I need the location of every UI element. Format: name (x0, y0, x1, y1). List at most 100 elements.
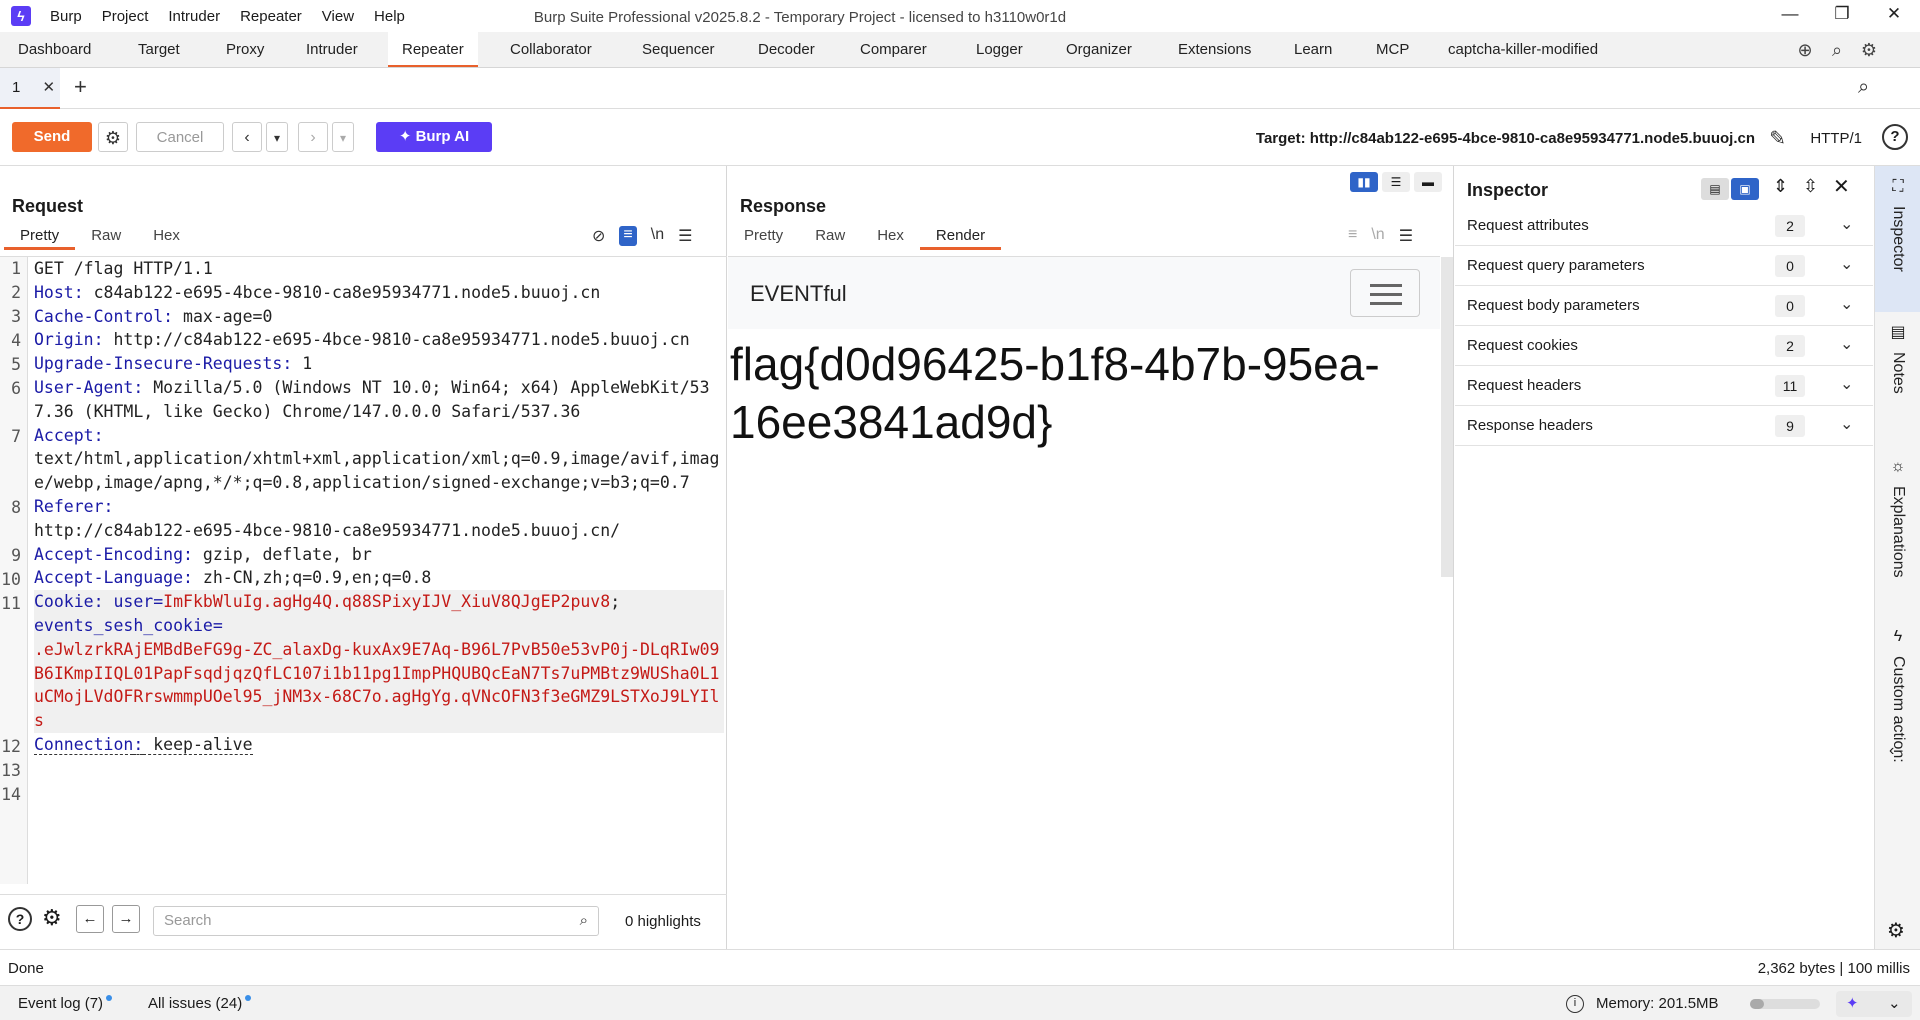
cookie-value: .eJwlzrkRAjEMBdBeFG9g-ZC_alaxDg-kuxAx9E7… (34, 639, 720, 731)
tab-mcp[interactable]: MCP (1376, 32, 1409, 67)
settings-gear-icon[interactable]: ⚙ (1858, 39, 1880, 61)
help-icon[interactable]: ? (1882, 124, 1908, 150)
chevron-down-icon[interactable]: ⌄ (1840, 294, 1853, 314)
chevron-left-icon[interactable]: ‹ (1889, 742, 1894, 760)
inspector-row-request-headers[interactable]: Request headers 11 ⌄ (1455, 366, 1873, 406)
collapse-all-icon[interactable]: ⇳ (1803, 176, 1818, 197)
forward-dropdown-chevron-icon[interactable]: ▾ (332, 122, 354, 152)
request-view-pretty[interactable]: Pretty (4, 224, 76, 250)
request-editor[interactable]: 1 2 3 4 5 6 7 8 9 10 11 12 13 14 GET /flag HTTP/1.1 Ho… (0, 256, 727, 884)
request-line: Accept: text/html,application/xhtml+xml,… (34, 424, 724, 495)
header-colon: : (133, 377, 144, 397)
cookie-name: user (103, 592, 154, 612)
wrap-lines-icon[interactable]: ≡ (1348, 226, 1357, 246)
back-dropdown-chevron-icon[interactable]: ▾ (266, 122, 288, 152)
search-icon[interactable]: ⌕ (1826, 39, 1848, 61)
inspector-row-request-body-parameters[interactable]: Request body parameters 0 ⌄ (1455, 286, 1873, 326)
inspector-icon: ⛶ (1892, 178, 1904, 195)
search-settings-gear-icon[interactable]: ⚙ (42, 905, 62, 931)
response-view-hex[interactable]: Hex (861, 224, 920, 250)
hamburger-menu-icon[interactable] (1350, 269, 1420, 317)
chevron-down-icon[interactable]: ⌄ (1840, 334, 1853, 354)
inspector-row-request-attributes[interactable]: Request attributes 2 ⌄ (1455, 206, 1873, 246)
close-inspector-icon[interactable]: ✕ (1833, 174, 1850, 199)
inspector-layout-list-icon[interactable]: ▤ (1701, 178, 1729, 200)
header-colon: : (183, 544, 193, 564)
header-value: 1 (292, 354, 313, 374)
tab-extensions[interactable]: Extensions (1178, 32, 1251, 67)
sidebar-custom-actions[interactable]: ϟ Custom action: (1875, 622, 1920, 836)
restore-icon[interactable]: ❐ (1822, 4, 1862, 24)
next-match-arrow-icon[interactable]: → (112, 905, 140, 933)
add-tab-icon[interactable]: + (74, 74, 87, 100)
http-protocol-selector[interactable]: HTTP/1 (1810, 130, 1862, 147)
tab-organizer[interactable]: Organizer (1066, 32, 1132, 67)
header-colon: : (103, 496, 114, 516)
tab-captcha-killer-modified[interactable]: captcha-killer-modified (1448, 32, 1598, 67)
back-arrow-icon[interactable]: ‹ (232, 122, 262, 152)
inspector-row-request-cookies[interactable]: Request cookies 2 ⌄ (1455, 326, 1873, 366)
tab-dashboard[interactable]: Dashboard (18, 32, 91, 67)
newline-toggle-icon[interactable]: \n (651, 226, 664, 246)
ai-credits-button[interactable]: ✦ ⌄ (1836, 991, 1912, 1017)
request-menu-icon[interactable]: ☰ (678, 226, 692, 246)
newline-toggle-icon[interactable]: \n (1371, 226, 1384, 246)
repeater-tab-1[interactable]: 1 ✕ (0, 68, 60, 109)
tab-comparer[interactable]: Comparer (860, 32, 927, 67)
expand-all-icon[interactable]: ⇕ (1773, 176, 1788, 197)
response-menu-icon[interactable]: ☰ (1399, 226, 1413, 246)
minimize-icon[interactable]: — (1770, 4, 1810, 24)
info-icon[interactable]: i (1566, 995, 1584, 1013)
rendered-brand[interactable]: EVENTful (750, 281, 847, 307)
response-view-pretty[interactable]: Pretty (728, 224, 799, 250)
chevron-down-icon[interactable]: ⌄ (1840, 414, 1853, 434)
sidebar-explanations[interactable]: ☼ Explanations (1875, 452, 1920, 618)
hide-non-printable-eye-icon[interactable]: ⊘ (592, 226, 605, 246)
tab-intruder[interactable]: Intruder (306, 32, 358, 67)
burp-ai-button[interactable]: ✦ Burp AI (376, 122, 492, 152)
tab-target[interactable]: Target (138, 32, 180, 67)
tab-logger[interactable]: Logger (976, 32, 1023, 67)
sidebar-notes[interactable]: ▤ Notes (1875, 316, 1920, 444)
response-view-render[interactable]: Render (919, 224, 1002, 250)
close-tab-icon[interactable]: ✕ (43, 79, 56, 96)
forward-arrow-icon[interactable]: › (298, 122, 328, 152)
edit-target-pencil-icon[interactable]: ✎ (1769, 126, 1786, 151)
request-search-input[interactable]: Search ⌕ (153, 906, 599, 936)
all-issues-button[interactable]: All issues (24) (148, 995, 252, 1012)
tab-learn[interactable]: Learn (1294, 32, 1332, 67)
request-view-hex[interactable]: Hex (137, 224, 196, 250)
tab-proxy[interactable]: Proxy (226, 32, 264, 67)
render-scrollbar[interactable] (1441, 257, 1453, 577)
search-tabs-icon[interactable]: ⌕ (1858, 76, 1869, 99)
inspector-row-request-query-parameters[interactable]: Request query parameters 0 ⌄ (1455, 246, 1873, 286)
send-settings-gear-icon[interactable]: ⚙ (98, 122, 128, 152)
tab-sequencer[interactable]: Sequencer (642, 32, 715, 67)
header-name: Accept-Language (34, 568, 184, 588)
chevron-down-icon[interactable]: ⌄ (1840, 254, 1853, 274)
request-view-raw[interactable]: Raw (75, 224, 137, 250)
request-line: Upgrade-Insecure-Requests: 1 (34, 352, 724, 376)
sidebar-inspector[interactable]: ⛶ Inspector (1875, 166, 1920, 312)
globe-icon[interactable]: ⊕ (1794, 39, 1816, 61)
chevron-down-icon[interactable]: ⌄ (1840, 374, 1853, 394)
tab-repeater[interactable]: Repeater (388, 32, 478, 67)
inspector-layout-panel-icon[interactable]: ▣ (1731, 178, 1759, 200)
sidebar-settings-gear-icon[interactable]: ⚙ (1887, 918, 1905, 943)
inspector-row-response-headers[interactable]: Response headers 9 ⌄ (1455, 406, 1873, 446)
wrap-lines-icon[interactable]: ≡ (619, 226, 637, 246)
split-vertical-icon[interactable]: ☰ (1382, 172, 1410, 192)
status-bar: Done 2,362 bytes | 100 millis (0, 949, 1920, 985)
tab-decoder[interactable]: Decoder (758, 32, 815, 67)
previous-match-arrow-icon[interactable]: ← (76, 905, 104, 933)
event-log-button[interactable]: Event log (7) (18, 995, 113, 1012)
split-horizontal-icon[interactable]: ▮▮ (1350, 172, 1378, 192)
cancel-button[interactable]: Cancel (136, 122, 224, 152)
send-button[interactable]: Send (12, 122, 92, 152)
help-icon[interactable]: ? (8, 907, 32, 931)
chevron-down-icon[interactable]: ⌄ (1840, 214, 1853, 234)
close-window-icon[interactable]: ✕ (1874, 4, 1914, 24)
response-view-raw[interactable]: Raw (799, 224, 861, 250)
tabbed-layout-icon[interactable]: ▬ (1414, 172, 1442, 192)
tab-collaborator[interactable]: Collaborator (510, 32, 592, 67)
